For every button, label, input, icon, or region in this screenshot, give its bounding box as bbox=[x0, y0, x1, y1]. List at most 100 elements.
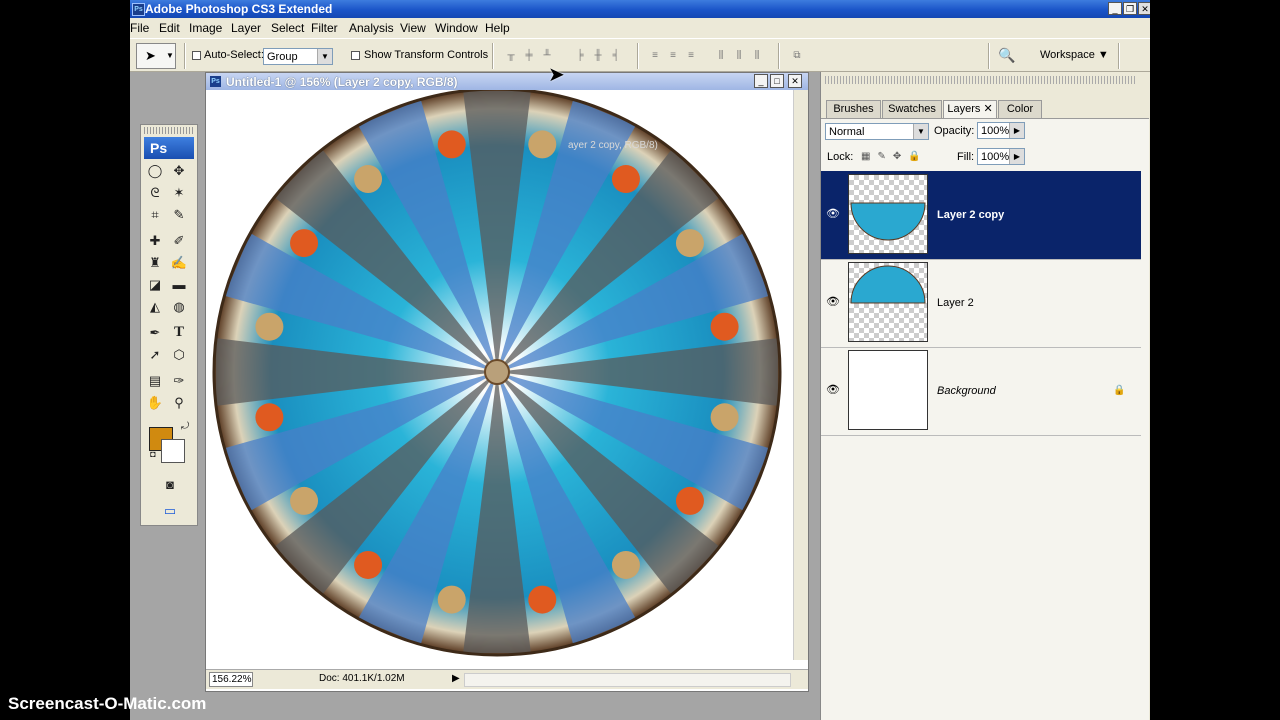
blur-tool-icon[interactable]: ◭ bbox=[145, 297, 165, 316]
shape-tool-icon[interactable]: ⬡ bbox=[169, 345, 189, 364]
screen-mode-icon[interactable]: ▭ bbox=[160, 501, 180, 520]
horizontal-scrollbar[interactable] bbox=[464, 673, 791, 687]
menu-help[interactable]: Help bbox=[485, 21, 510, 35]
dodge-tool-icon[interactable]: ◍ bbox=[169, 297, 189, 316]
minimize-button[interactable]: _ bbox=[1108, 2, 1122, 15]
kaleidoscope-ornament bbox=[437, 130, 466, 159]
opacity-label: Opacity: bbox=[934, 125, 975, 137]
doc-maximize-button[interactable]: □ bbox=[770, 74, 784, 88]
menu-filter[interactable]: Filter bbox=[311, 21, 338, 35]
fill-field[interactable]: 100% ▶ bbox=[977, 148, 1025, 165]
distribute-hcenter-icon[interactable]: ⫼ bbox=[732, 50, 746, 62]
background-color-swatch[interactable] bbox=[161, 439, 185, 463]
auto-select-checkbox[interactable] bbox=[192, 51, 201, 60]
panel-grip[interactable] bbox=[825, 76, 1135, 84]
align-top-icon[interactable]: ╥ bbox=[504, 50, 518, 62]
toolbox-grip[interactable] bbox=[144, 127, 194, 134]
kaleidoscope-image: ayer 2 copy, RGB/8) bbox=[212, 90, 782, 657]
restore-button[interactable]: ❐ bbox=[1123, 2, 1137, 15]
kaleidoscope-ornament bbox=[290, 229, 319, 258]
distribute-bottom-icon[interactable]: ≡ bbox=[684, 50, 698, 62]
distribute-right-icon[interactable]: ⫼ bbox=[750, 50, 764, 62]
menu-window[interactable]: Window bbox=[435, 21, 478, 35]
layer-name[interactable]: Layer 2 bbox=[937, 297, 974, 309]
default-colors-icon[interactable]: ◘ bbox=[143, 445, 163, 464]
distribute-vcenter-icon[interactable]: ≡ bbox=[666, 50, 680, 62]
watermark: Screencast-O-Matic.com bbox=[8, 694, 207, 713]
align-left-icon[interactable]: ╞ bbox=[573, 50, 587, 62]
blend-mode-dropdown[interactable]: Normal ▼ bbox=[825, 123, 929, 140]
visibility-eye-icon[interactable]: 👁 bbox=[826, 295, 840, 309]
tab-color[interactable]: Color bbox=[998, 100, 1042, 118]
layer-row-layer-2-copy[interactable]: 👁 Layer 2 copy bbox=[821, 171, 1141, 260]
eyedropper-icon[interactable]: ✑ bbox=[169, 371, 189, 390]
layer-name[interactable]: Layer 2 copy bbox=[937, 209, 1004, 221]
zoom-field[interactable]: 156.22% bbox=[209, 672, 253, 687]
move-tool-icon[interactable]: ✥ bbox=[169, 161, 189, 180]
menu-image[interactable]: Image bbox=[189, 21, 222, 35]
photoshop-window: Ps Adobe Photoshop CS3 Extended _ ❐ ✕ Fi… bbox=[130, 0, 1150, 720]
lock-icon: 🔒 bbox=[1113, 385, 1126, 396]
menu-edit[interactable]: Edit bbox=[159, 21, 180, 35]
gradient-tool-icon[interactable]: ▬ bbox=[169, 275, 189, 294]
divider bbox=[492, 43, 494, 69]
menu-layer[interactable]: Layer bbox=[231, 21, 261, 35]
healing-brush-icon[interactable]: ✚ bbox=[145, 231, 165, 250]
magic-wand-icon[interactable]: ✶ bbox=[169, 183, 189, 202]
play-arrow-icon[interactable]: ▶ bbox=[452, 673, 460, 684]
align-bottom-icon[interactable]: ╨ bbox=[540, 50, 554, 62]
distribute-top-icon[interactable]: ≡ bbox=[648, 50, 662, 62]
kaleidoscope-ornament bbox=[528, 585, 557, 614]
pen-tool-icon[interactable]: ✒ bbox=[145, 323, 165, 342]
auto-select-dropdown[interactable]: Group ▼ bbox=[263, 48, 333, 65]
align-hcenter-icon[interactable]: ╫ bbox=[591, 50, 605, 62]
file-browser-icon[interactable]: 🔍 bbox=[998, 47, 1020, 65]
crop-tool-icon[interactable]: ⌗ bbox=[145, 205, 165, 224]
marquee-tool-icon[interactable]: ◯ bbox=[145, 161, 165, 180]
doc-minimize-button[interactable]: _ bbox=[754, 74, 768, 88]
eraser-tool-icon[interactable]: ◪ bbox=[145, 275, 165, 294]
tab-swatches[interactable]: Swatches bbox=[882, 100, 942, 118]
tab-layers[interactable]: Layers ✕ bbox=[943, 100, 997, 118]
history-brush-icon[interactable]: ✍ bbox=[169, 253, 189, 272]
brush-tool-icon[interactable]: ✐ bbox=[169, 231, 189, 250]
notes-tool-icon[interactable]: ▤ bbox=[145, 371, 165, 390]
lock-icons[interactable]: ▦✎✥🔒 bbox=[861, 151, 928, 162]
show-transform-checkbox[interactable] bbox=[351, 51, 360, 60]
tab-brushes[interactable]: Brushes bbox=[826, 100, 881, 118]
visibility-eye-icon[interactable]: 👁 bbox=[826, 207, 840, 221]
menu-view[interactable]: View bbox=[400, 21, 426, 35]
tool-preset-picker[interactable]: ➤ ▼ bbox=[136, 43, 176, 69]
layer-row-layer-2[interactable]: 👁 Layer 2 bbox=[821, 259, 1141, 348]
align-right-icon[interactable]: ╡ bbox=[609, 50, 623, 62]
lasso-tool-icon[interactable]: ᘓ bbox=[145, 183, 165, 202]
close-button[interactable]: ✕ bbox=[1138, 2, 1150, 15]
close-icon[interactable]: ✕ bbox=[983, 103, 992, 115]
canvas[interactable]: ayer 2 copy, RGB/8) bbox=[206, 90, 793, 660]
quick-mask-icon[interactable]: ◙ bbox=[160, 475, 180, 494]
menu-analysis[interactable]: Analysis bbox=[349, 21, 394, 35]
hand-tool-icon[interactable]: ✋ bbox=[145, 393, 165, 412]
auto-align-icon[interactable]: ⧉ bbox=[790, 50, 804, 62]
layer-name[interactable]: Background bbox=[937, 385, 996, 397]
visibility-eye-icon[interactable]: 👁 bbox=[826, 383, 840, 397]
doc-close-button[interactable]: ✕ bbox=[788, 74, 802, 88]
distribute-left-icon[interactable]: ⫼ bbox=[714, 50, 728, 62]
status-bar: 156.22% Doc: 401.1K/1.02M ▶ bbox=[206, 669, 808, 689]
slice-tool-icon[interactable]: ✎ bbox=[169, 205, 189, 224]
layer-row-background[interactable]: 👁 Background 🔒 bbox=[821, 347, 1141, 436]
clone-stamp-icon[interactable]: ♜ bbox=[145, 253, 165, 272]
swap-colors-icon[interactable]: ⤾ bbox=[175, 417, 195, 436]
align-vcenter-icon[interactable]: ╪ bbox=[522, 50, 536, 62]
zoom-tool-icon[interactable]: ⚲ bbox=[169, 393, 189, 412]
opacity-field[interactable]: 100% ▶ bbox=[977, 122, 1025, 139]
vertical-scrollbar[interactable] bbox=[793, 90, 808, 660]
path-selection-icon[interactable]: ➚ bbox=[145, 345, 165, 364]
document-title-bar[interactable]: Ps Untitled-1 @ 156% (Layer 2 copy, RGB/… bbox=[206, 73, 808, 90]
menu-select[interactable]: Select bbox=[271, 21, 304, 35]
workspace-button[interactable]: Workspace ▼ bbox=[1040, 49, 1109, 61]
type-tool-icon[interactable]: T bbox=[169, 323, 189, 342]
menu-file[interactable]: File bbox=[130, 21, 149, 35]
fill-value: 100% bbox=[981, 151, 1010, 163]
doc-info[interactable]: Doc: 401.1K/1.02M bbox=[319, 673, 405, 684]
